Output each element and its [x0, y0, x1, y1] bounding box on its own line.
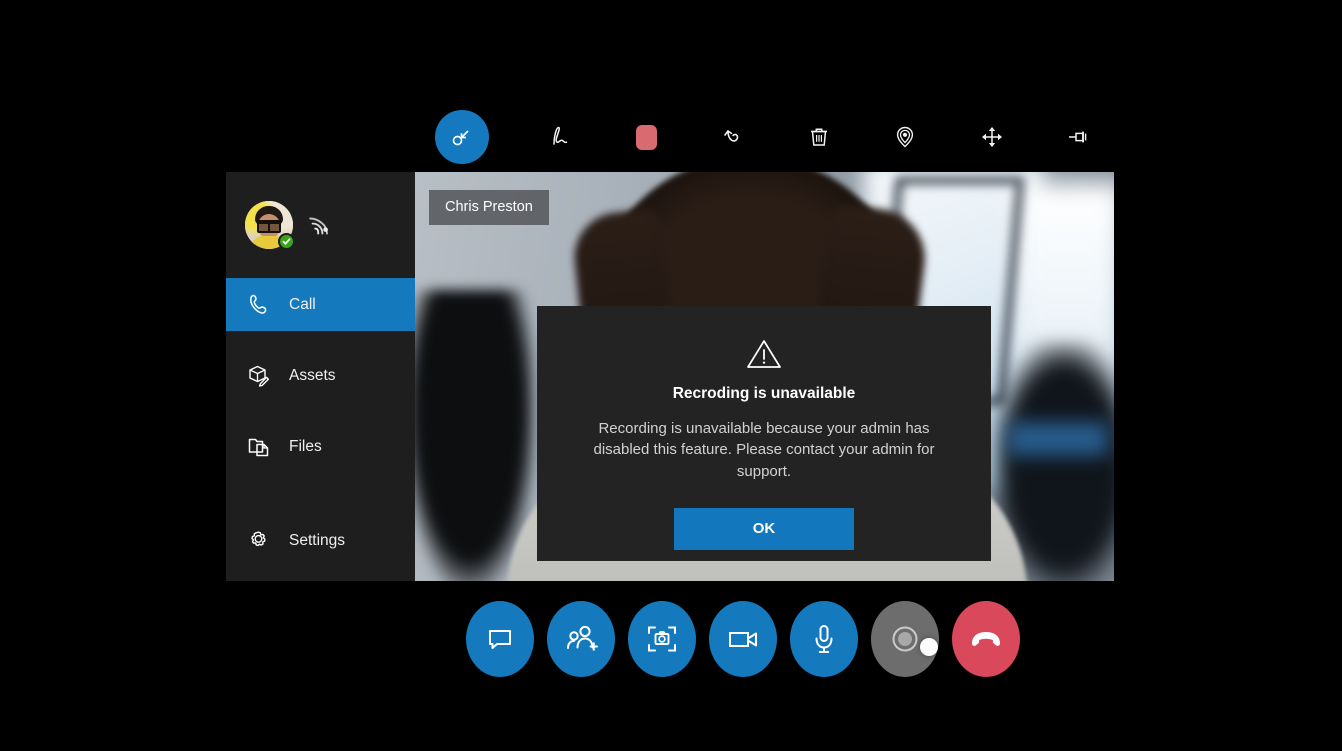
wifi-signal-icon — [307, 214, 333, 236]
gear-icon — [245, 528, 271, 554]
record-icon — [887, 621, 923, 657]
tool-undo-button[interactable] — [697, 107, 769, 167]
undo-arrow-icon — [718, 122, 748, 152]
sidebar-item-assets[interactable]: Assets — [226, 349, 415, 402]
sidebar-item-label-files: Files — [289, 438, 322, 456]
participant-name-badge: Chris Preston — [429, 190, 549, 225]
folder-icon — [245, 434, 271, 460]
chat-button[interactable] — [466, 601, 534, 677]
pen-stroke-icon — [545, 122, 575, 152]
phone-icon — [245, 292, 271, 318]
end-call-icon — [968, 627, 1004, 651]
sidebar-item-label-settings: Settings — [289, 532, 345, 550]
location-anchor-icon — [890, 122, 920, 152]
profile-row[interactable] — [226, 172, 415, 278]
sidebar-item-files[interactable]: Files — [226, 420, 415, 473]
warning-triangle-icon — [746, 338, 782, 370]
tool-pin-button[interactable] — [1042, 107, 1114, 167]
recording-unavailable-dialog: Recroding is unavailable Recording is un… — [537, 306, 991, 561]
camera-icon — [644, 622, 680, 656]
color-swatch-icon — [636, 125, 657, 150]
check-badge-icon — [281, 236, 292, 247]
snapshot-button[interactable] — [628, 601, 696, 677]
add-person-icon — [563, 622, 599, 656]
pin-icon — [1063, 122, 1093, 152]
avatar-wrapper — [245, 201, 293, 249]
call-controls-bar — [466, 601, 1020, 677]
avatar-glasses — [257, 220, 281, 227]
chat-bubble-icon — [483, 622, 517, 656]
video-bg-dark-left — [415, 290, 535, 581]
sidebar-item-label-call: Call — [289, 296, 316, 314]
ok-button[interactable]: OK — [674, 508, 854, 550]
sidebar-item-label-assets: Assets — [289, 367, 336, 385]
video-bg-blue-object — [1008, 422, 1108, 456]
annotation-toolbar — [414, 107, 1114, 167]
app-root: Call Assets — [0, 0, 1342, 751]
add-people-button[interactable] — [547, 601, 615, 677]
dialog-message: Recording is unavailable because your ad… — [578, 418, 950, 482]
sidebar: Call Assets — [226, 172, 415, 581]
tool-ink-pen-button[interactable] — [524, 107, 596, 167]
tool-color-swatch-button[interactable] — [611, 107, 683, 167]
end-call-button[interactable] — [952, 601, 1020, 677]
tool-place-anchor-button[interactable] — [869, 107, 941, 167]
presence-available-badge — [278, 233, 295, 250]
dialog-title: Recroding is unavailable — [673, 385, 856, 403]
microphone-icon — [809, 621, 839, 657]
sidebar-item-settings[interactable]: Settings — [226, 514, 415, 567]
sidebar-item-call[interactable]: Call — [226, 278, 415, 331]
cursor-arrow-icon — [449, 124, 475, 150]
tool-pointer-select-button[interactable] — [414, 107, 510, 167]
video-button[interactable] — [709, 601, 777, 677]
record-button[interactable] — [871, 601, 939, 677]
trash-icon — [804, 122, 834, 152]
microphone-button[interactable] — [790, 601, 858, 677]
move-arrows-icon — [977, 122, 1007, 152]
video-camera-icon — [725, 624, 761, 654]
cube-pen-icon — [245, 363, 271, 389]
tool-move-button[interactable] — [956, 107, 1028, 167]
pointer-select-pill — [435, 110, 489, 164]
tool-delete-button[interactable] — [783, 107, 855, 167]
